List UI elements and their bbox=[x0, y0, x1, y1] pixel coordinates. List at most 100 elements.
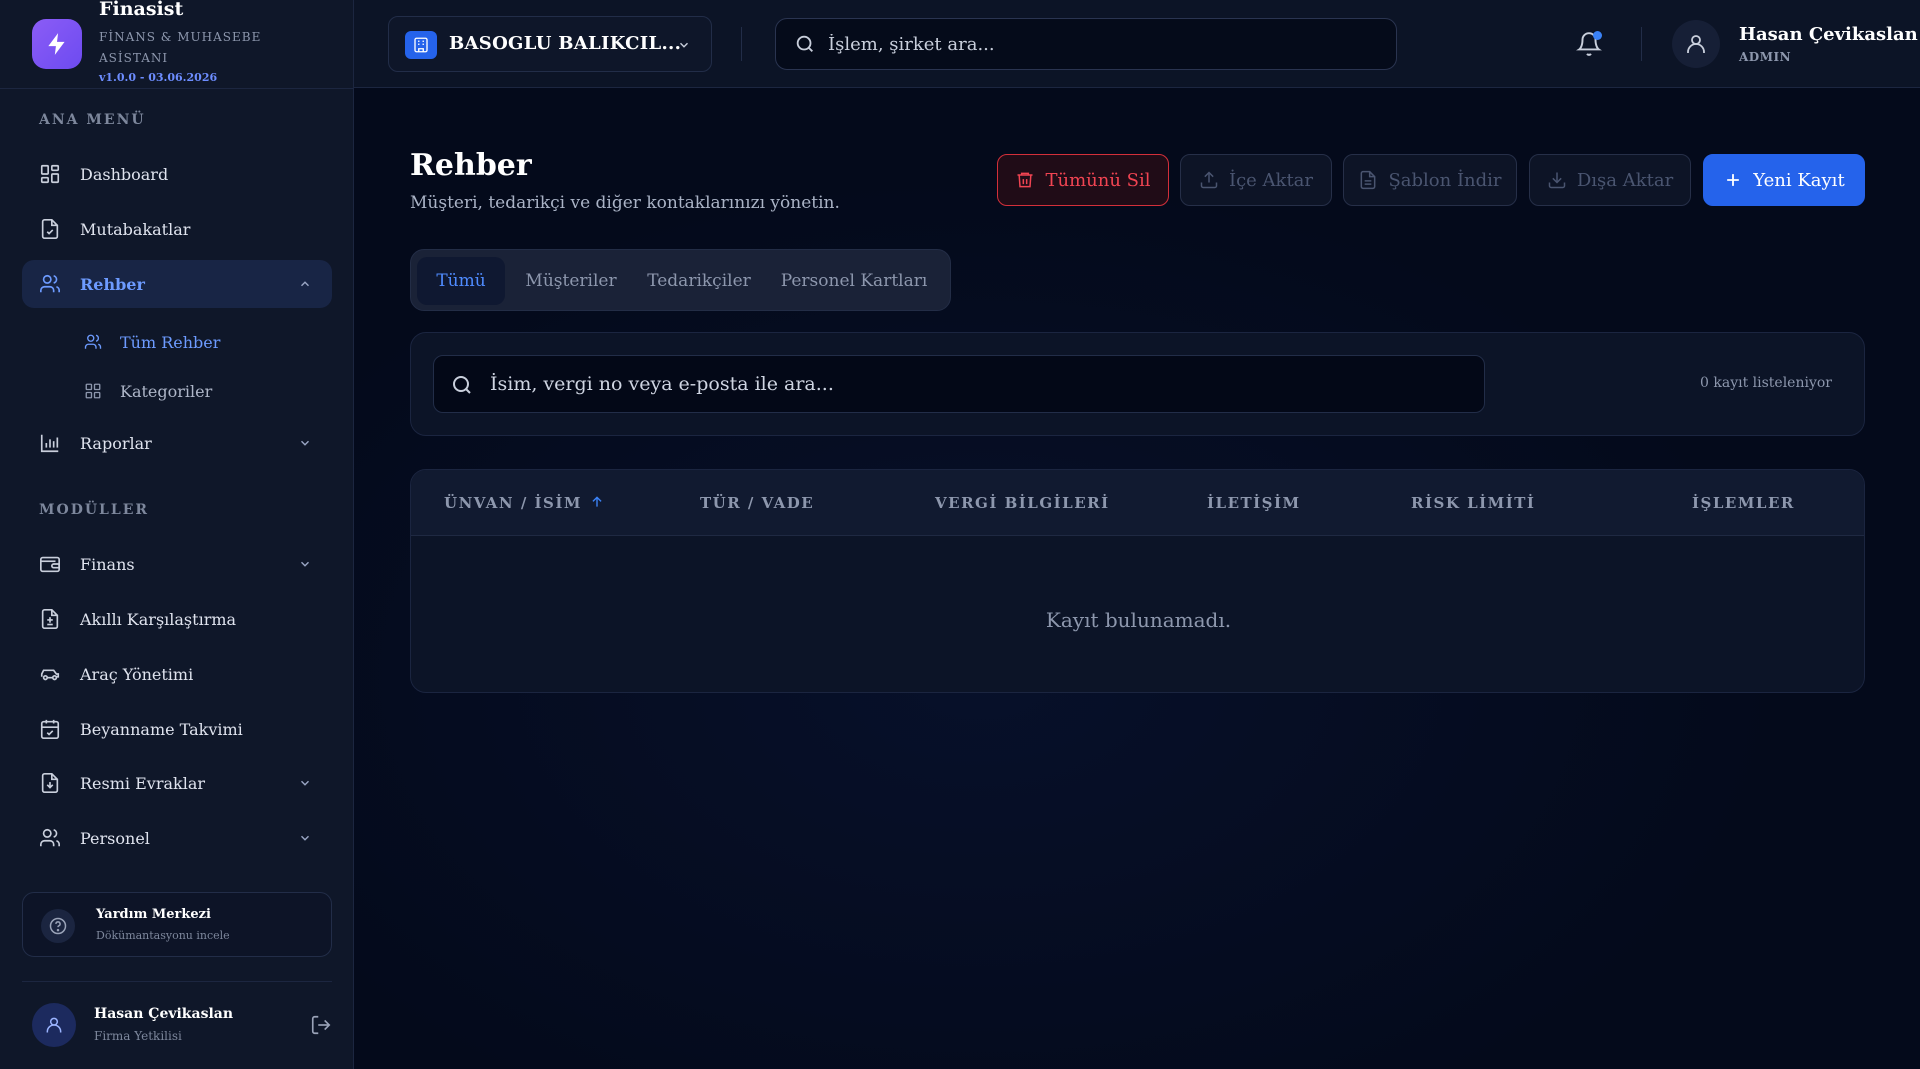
plus-icon bbox=[1727, 174, 1740, 186]
sidebar-item-raporlar[interactable]: Raporlar bbox=[22, 419, 332, 467]
sidebar-item-akilli-karsilastirma[interactable]: Akıllı Karşılaştırma bbox=[22, 595, 332, 643]
file-text-icon bbox=[1361, 170, 1376, 190]
sidebar-item-mutabakatlar[interactable]: Mutabakatlar bbox=[22, 205, 332, 253]
car-icon bbox=[40, 669, 60, 681]
users-icon bbox=[40, 828, 60, 847]
sidebar-item-label: Finans bbox=[80, 554, 135, 574]
app-root: Finasist FİNANS & MUHASEBE ASİSTANI v1.0… bbox=[0, 0, 1920, 1069]
brand-name: Finasist bbox=[99, 0, 184, 20]
tab-tedarikciler[interactable]: Tedarikçiler bbox=[637, 257, 761, 305]
help-circle-icon bbox=[41, 909, 75, 943]
calendar-check-icon bbox=[40, 719, 60, 739]
chevron-down-icon bbox=[301, 835, 309, 841]
column-header-risk[interactable]: RİSK LİMİTİ bbox=[1411, 494, 1535, 512]
sidebar-subitem-label: Kategoriler bbox=[120, 381, 213, 401]
global-search-input[interactable] bbox=[828, 19, 1388, 69]
notifications-button[interactable] bbox=[1576, 30, 1602, 58]
import-label: İçe Aktar bbox=[1228, 169, 1314, 191]
tab-personel-kartlari[interactable]: Personel Kartları bbox=[763, 257, 945, 305]
file-diff-icon bbox=[41, 609, 59, 629]
sidebar-user: Hasan Çevikaslan Firma Yetkilisi bbox=[32, 1000, 332, 1050]
page-subtitle: Müşteri, tedarikçi ve diğer kontaklarını… bbox=[410, 193, 840, 213]
sidebar-item-label: Raporlar bbox=[80, 433, 152, 453]
dashboard-icon bbox=[40, 164, 60, 184]
tab-tumu[interactable]: Tümü bbox=[417, 257, 505, 305]
logout-icon[interactable] bbox=[310, 1014, 332, 1036]
brand-version: v1.0.0 - 03.06.2026 bbox=[99, 71, 218, 84]
sidebar-item-rehber[interactable]: Rehber bbox=[22, 260, 332, 308]
sidebar-user-role: Firma Yetkilisi bbox=[94, 1029, 182, 1043]
lightning-icon bbox=[32, 19, 82, 69]
sidebar-item-label: Araç Yönetimi bbox=[80, 664, 194, 684]
chevron-up-icon bbox=[301, 281, 309, 287]
sidebar-item-arac-yonetimi[interactable]: Araç Yönetimi bbox=[22, 650, 332, 698]
sidebar: Finasist FİNANS & MUHASEBE ASİSTANI v1.0… bbox=[0, 0, 354, 1069]
sidebar-subitem-label: Tüm Rehber bbox=[120, 332, 221, 352]
brand-subtitle: FİNANS & MUHASEBE ASİSTANI bbox=[99, 30, 262, 65]
sidebar-item-personel[interactable]: Personel bbox=[22, 814, 332, 862]
sidebar-subitem-kategoriler[interactable]: Kategoriler bbox=[84, 373, 324, 409]
users-icon bbox=[84, 334, 102, 349]
search-icon bbox=[453, 376, 471, 394]
sort-ascending-icon bbox=[592, 496, 602, 507]
sidebar-item-label: Resmi Evraklar bbox=[80, 773, 206, 793]
empty-state-text: Kayıt bulunamadı. bbox=[1045, 608, 1232, 632]
sidebar-item-resmi-evraklar[interactable]: Resmi Evraklar bbox=[22, 759, 332, 807]
export-button[interactable]: Dışa Aktar bbox=[1529, 154, 1691, 206]
sidebar-item-beyanname-takvimi[interactable]: Beyanname Takvimi bbox=[22, 705, 332, 753]
sidebar-divider bbox=[22, 981, 332, 982]
brand[interactable]: Finasist FİNANS & MUHASEBE ASİSTANI v1.0… bbox=[32, 0, 354, 88]
help-center-card[interactable]: Yardım Merkezi Dökümantasyonu incele bbox=[22, 892, 332, 957]
chevron-down-icon bbox=[680, 42, 688, 48]
delete-all-button[interactable]: Tümünü Sil bbox=[997, 154, 1169, 206]
section-title-main: ANA MENÜ bbox=[39, 112, 146, 128]
export-label: Dışa Aktar bbox=[1576, 169, 1674, 191]
import-button[interactable]: İçe Aktar bbox=[1180, 154, 1332, 206]
file-download-icon bbox=[41, 773, 59, 793]
sidebar-item-label: Beyanname Takvimi bbox=[80, 719, 243, 739]
company-selector[interactable]: BASOGLU BALIKCIL... bbox=[388, 16, 712, 72]
help-subtitle: Dökümantasyonu incele bbox=[96, 929, 230, 942]
header-divider bbox=[741, 27, 742, 61]
column-header-vergi[interactable]: VERGİ BİLGİLERİ bbox=[935, 494, 1110, 512]
trash-icon bbox=[1017, 172, 1033, 188]
new-record-button[interactable]: Yeni Kayıt bbox=[1703, 154, 1865, 206]
avatar[interactable] bbox=[32, 1003, 76, 1047]
contacts-search[interactable] bbox=[433, 355, 1485, 413]
wallet-icon bbox=[40, 556, 60, 573]
sidebar-item-label: Rehber bbox=[80, 274, 145, 294]
tab-musteriler[interactable]: Müşteriler bbox=[507, 257, 635, 305]
download-template-label: Şablon İndir bbox=[1388, 169, 1502, 191]
header-user-role: ADMIN bbox=[1739, 50, 1792, 64]
search-icon bbox=[796, 35, 813, 52]
building-icon bbox=[405, 31, 437, 59]
brand-divider bbox=[0, 88, 354, 89]
sidebar-subitem-tum-rehber[interactable]: Tüm Rehber bbox=[84, 324, 324, 360]
sidebar-item-label: Mutabakatlar bbox=[80, 219, 191, 239]
sidebar-item-label: Personel bbox=[80, 828, 150, 848]
chevron-down-icon bbox=[301, 440, 309, 446]
contacts-search-input[interactable] bbox=[490, 356, 1470, 412]
help-title: Yardım Merkezi bbox=[96, 907, 211, 922]
record-count: 0 kayıt listeleniyor bbox=[1700, 375, 1832, 391]
download-icon bbox=[1548, 172, 1566, 189]
column-header-unvan[interactable]: ÜNVAN / İSİM bbox=[444, 494, 604, 512]
column-header-tur[interactable]: TÜR / VADE bbox=[700, 494, 814, 512]
contacts-search-card: 0 kayıt listeleniyor bbox=[410, 332, 1865, 436]
header-user-name: Hasan Çevikaslan bbox=[1739, 24, 1918, 45]
company-name: BASOGLU BALIKCIL... bbox=[449, 33, 682, 54]
section-title-modules: MODÜLLER bbox=[39, 502, 150, 518]
sidebar-item-label: Akıllı Karşılaştırma bbox=[80, 609, 237, 629]
download-template-button[interactable]: Şablon İndir bbox=[1343, 154, 1517, 206]
sidebar-item-dashboard[interactable]: Dashboard bbox=[22, 150, 332, 198]
global-search[interactable] bbox=[775, 18, 1397, 70]
sidebar-item-finans[interactable]: Finans bbox=[22, 540, 332, 588]
grid-icon bbox=[85, 383, 101, 399]
top-header: BASOGLU BALIKCIL... Hasan Çevikaslan ADM… bbox=[354, 0, 1920, 88]
header-user-menu[interactable]: Hasan Çevikaslan ADMIN bbox=[1672, 18, 1918, 70]
column-header-iletisim[interactable]: İLETİŞİM bbox=[1207, 494, 1301, 512]
notification-dot bbox=[1593, 31, 1602, 40]
main-content: Rehber Müşteri, tedarikçi ve diğer konta… bbox=[354, 88, 1920, 1069]
filter-tabs: Tümü Müşteriler Tedarikçiler Personel Ka… bbox=[410, 249, 951, 311]
upload-icon bbox=[1200, 171, 1218, 189]
